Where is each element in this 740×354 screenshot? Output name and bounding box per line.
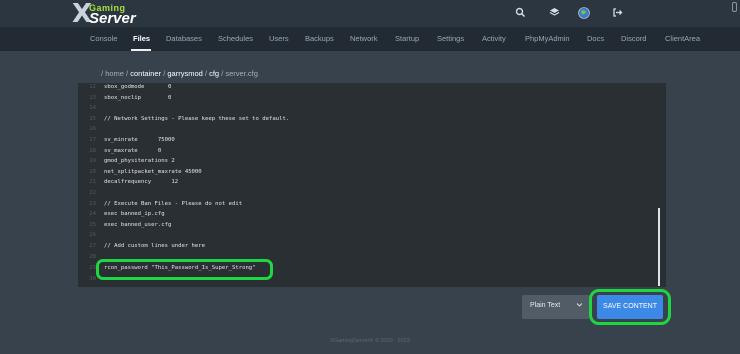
editor-line[interactable]: 17 sv_minrate 75000 — [78, 135, 666, 146]
breadcrumb-separator: / — [126, 69, 129, 78]
line-code[interactable]: gmod_physiterations 2 — [104, 156, 175, 167]
globe-avatar-icon[interactable] — [577, 7, 590, 20]
tab-network[interactable]: Network — [350, 34, 378, 44]
line-code[interactable]: sbox_noclip 0 — [104, 93, 171, 104]
line-number: 15 — [89, 115, 96, 122]
breadcrumb-file: server.cfg — [225, 69, 258, 78]
tab-backups[interactable]: Backups — [305, 34, 334, 44]
editor-line[interactable]: 26 — [78, 230, 666, 241]
tab-users[interactable]: Users — [269, 34, 289, 44]
breadcrumb-container[interactable]: container — [130, 69, 161, 78]
editor-line[interactable]: 14 — [78, 103, 666, 114]
editor-line[interactable]: 19 gmod_physiterations 2 — [78, 156, 666, 167]
tab-files[interactable]: Files — [133, 34, 150, 44]
breadcrumb: / home / container / garrysmod / cfg / s… — [101, 69, 258, 78]
breadcrumb-separator: / — [204, 69, 207, 78]
line-number: 13 — [89, 94, 96, 101]
editor-line[interactable]: 21 decalfrequency 12 — [78, 177, 666, 188]
line-code[interactable]: // Network Settings - Please keep these … — [104, 114, 289, 125]
nav-bar: Console Files Databases Schedules Users … — [0, 27, 740, 51]
editor-line[interactable]: 16 — [78, 124, 666, 135]
tab-docs[interactable]: Docs — [587, 34, 604, 44]
line-number: 18 — [89, 147, 96, 154]
top-bar: X Gaming Server — [0, 0, 740, 28]
line-number: 26 — [89, 232, 96, 239]
editor-line[interactable]: 22 — [78, 188, 666, 199]
rcon-line-highlight — [96, 259, 273, 280]
line-number: 19 — [89, 158, 96, 165]
line-number: 27 — [89, 243, 96, 249]
editor-line[interactable]: 15 // Network Settings - Please keep thes… — [78, 114, 666, 125]
editor-line[interactable]: 13 sbox_noclip 0 — [78, 93, 666, 104]
line-code[interactable]: sv_minrate 75000 — [104, 135, 175, 146]
logo-server-text: Server — [89, 10, 136, 27]
breadcrumb-separator: / — [163, 69, 166, 78]
editor-line[interactable]: 27 // Add custom lines under here — [78, 241, 666, 252]
line-number: 28 — [89, 253, 96, 260]
editor-line[interactable]: 20 net_splitpacket_maxrate 45000 — [78, 167, 666, 178]
layers-icon[interactable] — [548, 7, 561, 20]
tab-startup[interactable]: Startup — [395, 34, 419, 44]
page-scrollbar[interactable] — [732, 2, 737, 12]
editor-line[interactable]: 12 sbox_godmode 0 — [78, 83, 666, 93]
line-number: 24 — [89, 211, 96, 218]
editor-mode-select[interactable]: Plain Text — [522, 295, 590, 319]
save-button-highlight — [589, 289, 671, 325]
editor-line[interactable]: 24 exec banned_ip.cfg — [78, 209, 666, 220]
line-code[interactable]: // Add custom lines under here — [104, 241, 205, 252]
search-icon[interactable] — [514, 7, 527, 20]
brand-logo[interactable]: X Gaming Server — [72, 0, 142, 28]
breadcrumb-home[interactable]: home — [105, 69, 124, 78]
line-number: 30 — [89, 276, 96, 282]
line-number: 23 — [89, 200, 96, 207]
line-code[interactable]: sbox_godmode 0 — [104, 83, 171, 93]
line-number: 16 — [89, 126, 96, 133]
chevron-down-icon — [576, 301, 583, 310]
editor-line[interactable]: 23 // Execute Ban Files - Please do not e… — [78, 199, 666, 210]
line-code[interactable]: // Execute Ban Files - Please do not edi… — [104, 199, 242, 210]
line-number: 12 — [89, 84, 96, 90]
line-number: 29 — [89, 265, 96, 271]
tab-schedules[interactable]: Schedules — [218, 34, 253, 44]
tab-databases[interactable]: Databases — [166, 34, 202, 44]
tab-clientarea[interactable]: ClientArea — [665, 34, 700, 44]
editor-mode-value: Plain Text — [530, 302, 561, 309]
line-code[interactable]: exec banned_ip.cfg — [104, 209, 165, 220]
line-number: 22 — [89, 190, 96, 196]
line-code[interactable]: sv_maxrate 0 — [104, 146, 161, 157]
logout-icon[interactable] — [611, 7, 624, 20]
line-code[interactable]: exec banned_user.cfg — [104, 220, 171, 231]
breadcrumb-garrysmod[interactable]: garrysmod — [167, 69, 202, 78]
breadcrumb-cfg[interactable]: cfg — [209, 69, 219, 78]
line-number: 21 — [89, 179, 96, 186]
line-code[interactable]: net_splitpacket_maxrate 45000 — [104, 167, 202, 178]
breadcrumb-separator: / — [101, 69, 104, 78]
tab-console[interactable]: Console — [90, 34, 118, 44]
line-number: 17 — [89, 137, 96, 143]
tab-settings[interactable]: Settings — [437, 34, 464, 44]
tab-phpmyadmin[interactable]: PhpMyAdmin — [525, 34, 570, 44]
editor-line[interactable]: 18 sv_maxrate 0 — [78, 146, 666, 157]
footer-copyright: XGamingServer® © 2020 - 2023 — [330, 338, 410, 344]
line-number: 20 — [89, 168, 96, 175]
editor-scrollbar[interactable] — [658, 208, 660, 286]
tab-discord[interactable]: Discord — [621, 34, 646, 44]
breadcrumb-separator: / — [221, 69, 224, 78]
line-code[interactable]: decalfrequency 12 — [104, 177, 178, 188]
code-editor[interactable]: 12 sbox_godmode 0 13 sbox_noclip 0 14 15 //… — [78, 83, 666, 287]
line-number: 25 — [89, 221, 96, 228]
line-number: 14 — [89, 105, 96, 112]
active-tab-indicator — [131, 49, 151, 51]
tab-activity[interactable]: Activity — [482, 34, 506, 44]
editor-line[interactable]: 25 exec banned_user.cfg — [78, 220, 666, 231]
